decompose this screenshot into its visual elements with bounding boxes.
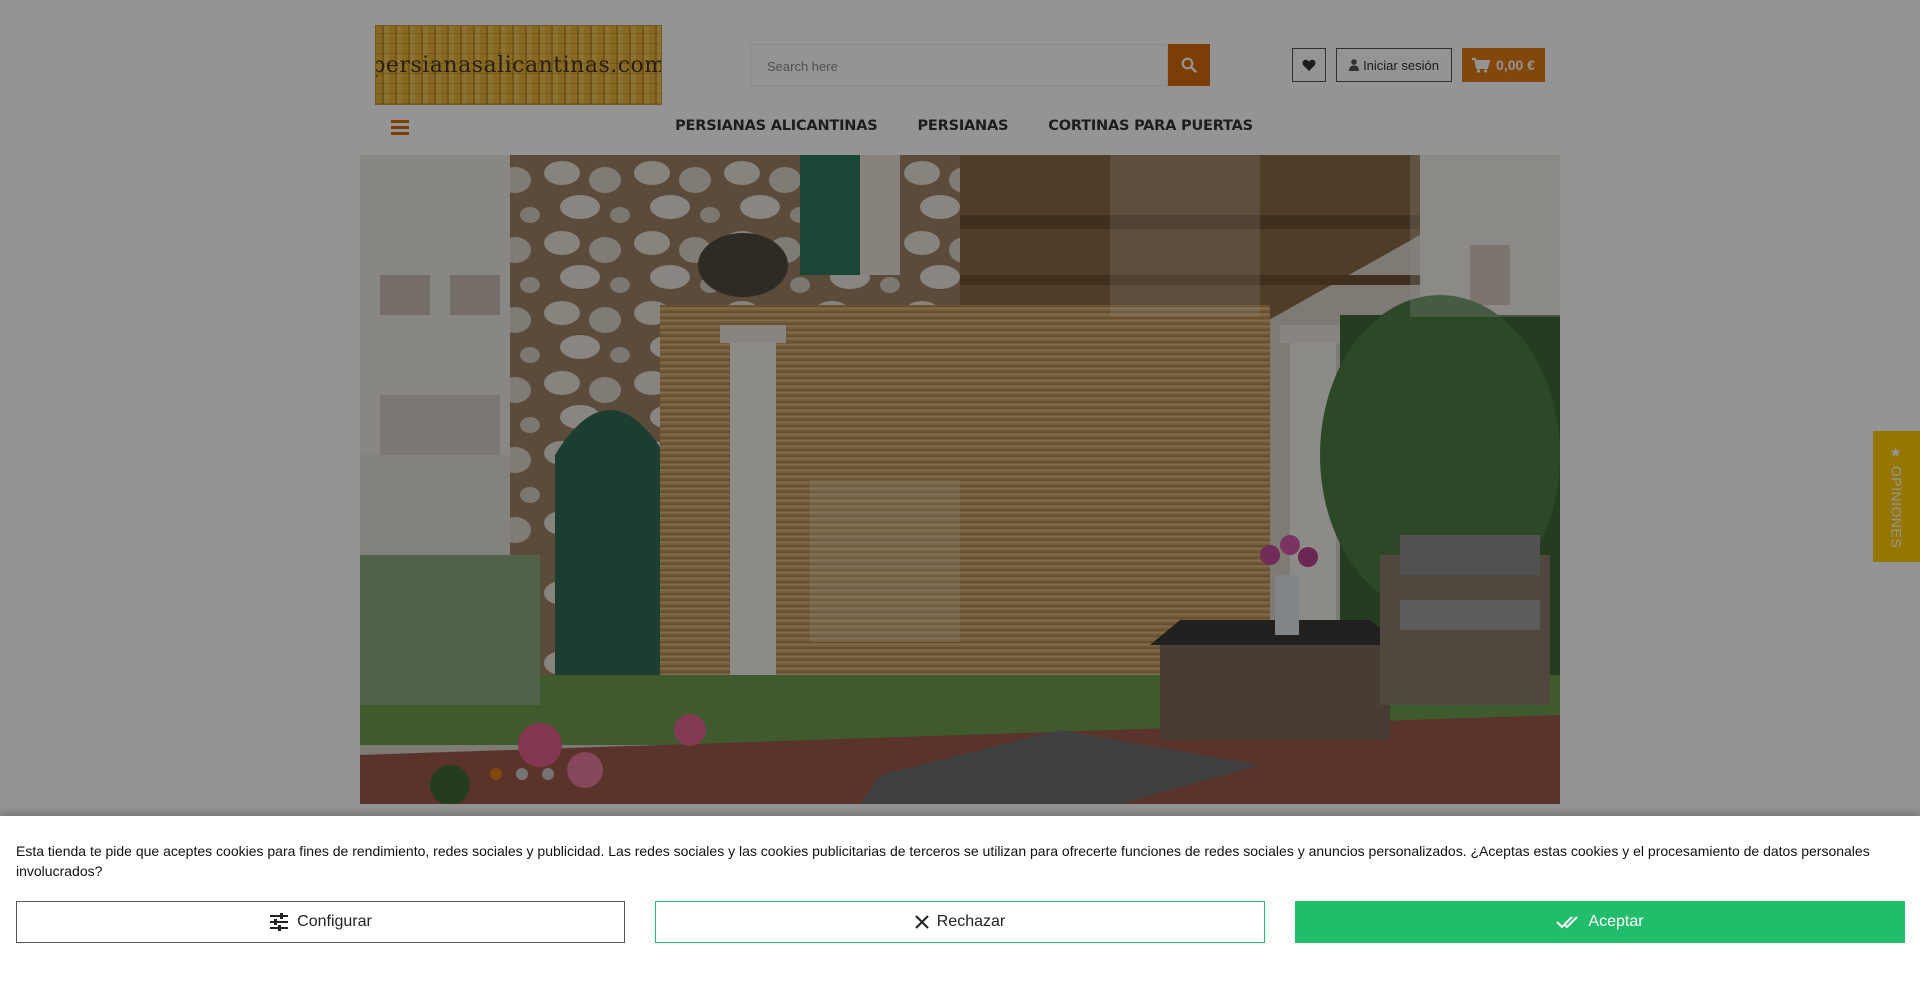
reject-label: Rechazar [936,913,1006,930]
configure-label: Configurar [297,913,372,930]
double-check-icon [1556,916,1579,929]
accept-label: Aceptar [1588,913,1644,930]
configure-button[interactable]: Configurar [16,901,625,943]
cookie-banner: Esta tienda te pide que aceptes cookies … [0,816,1920,993]
cookie-message: Esta tienda te pide que aceptes cookies … [16,843,1870,879]
reject-button[interactable]: Rechazar [655,901,1265,943]
sliders-icon [270,913,289,931]
close-icon [915,915,929,929]
accept-button[interactable]: Aceptar [1295,901,1905,943]
